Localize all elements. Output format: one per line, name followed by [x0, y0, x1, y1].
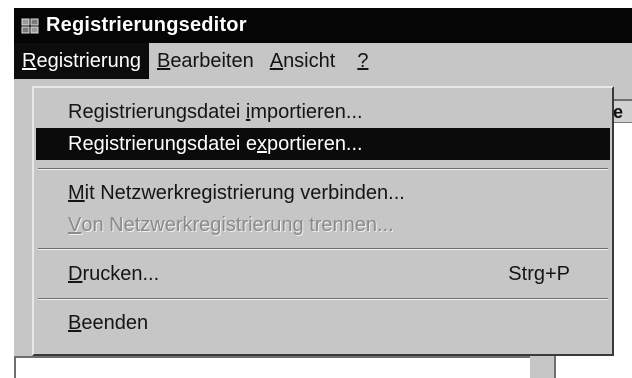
menu-registrierung-label: egistrierung: [36, 49, 141, 72]
menu-bearbeiten-label: earbeiten: [170, 49, 254, 72]
menu-item-import-text-b: mportieren...: [250, 100, 363, 123]
menu-separator: [38, 168, 608, 170]
menu-ansicht-label: nsicht: [283, 49, 336, 72]
registry-editor-window: Registrierungseditor Registrierung Bearb…: [14, 8, 632, 378]
menu-item-export-text-a: Registrierungsdatei e: [68, 132, 257, 155]
menu-item-import[interactable]: Registrierungsdatei i mportieren...: [36, 96, 610, 128]
menu-item-connect-mnemonic: M: [68, 181, 85, 204]
key-tree-pane[interactable]: [14, 356, 530, 378]
menu-separator: [38, 298, 608, 300]
menu-item-export-mnemonic: x: [257, 132, 267, 155]
menu-item-exit-mnemonic: B: [68, 311, 82, 334]
menu-help[interactable]: ?: [343, 43, 376, 79]
menu-item-import-text-a: Registrierungsdatei: [68, 100, 246, 123]
menu-bar: Registrierung Bearbeiten Ansicht ?: [14, 43, 632, 79]
print-shortcut: Strg+P: [508, 262, 570, 285]
menu-separator: [38, 248, 608, 250]
menu-item-exit-text: eenden: [81, 311, 149, 334]
menu-item-print-mnemonic: D: [68, 262, 83, 285]
menu-item-disconnect-text: on Netzwerkregistrierung trennen...: [81, 213, 394, 236]
menu-ansicht-mnemonic: A: [269, 49, 284, 72]
registry-editor-icon: [20, 16, 40, 36]
menu-item-print[interactable]: Drucken... Strg+P: [36, 258, 610, 290]
menu-item-connect-network[interactable]: Mit Netzwerkregistrierung verbinden...: [36, 177, 610, 209]
menu-item-disconnect-network: Von Netzwerkregistrierung trennen...: [36, 209, 610, 241]
registrierung-dropdown-menu: Registrierungsdatei i mportieren... Regis…: [32, 86, 614, 356]
menu-ansicht[interactable]: Ansicht: [262, 43, 344, 79]
window-title: Registrierungseditor: [46, 14, 247, 36]
menu-item-disconnect-mnemonic: V: [68, 213, 82, 236]
menu-help-mnemonic: ?: [357, 49, 369, 72]
menu-item-exit[interactable]: Beenden: [36, 307, 610, 339]
menu-registrierung-mnemonic: R: [22, 49, 37, 72]
menu-item-connect-text: it Netzwerkregistrierung verbinden...: [84, 181, 405, 204]
menu-item-export-text-b: portieren...: [267, 132, 363, 155]
menu-item-export[interactable]: Registrierungsdatei e x portieren...: [36, 128, 610, 160]
menu-bearbeiten-mnemonic: B: [156, 49, 171, 72]
menu-registrierung[interactable]: Registrierung: [14, 43, 149, 79]
menu-bearbeiten[interactable]: Bearbeiten: [149, 43, 262, 79]
title-bar[interactable]: Registrierungseditor: [14, 8, 632, 43]
menu-item-print-text: rucken...: [82, 262, 160, 285]
